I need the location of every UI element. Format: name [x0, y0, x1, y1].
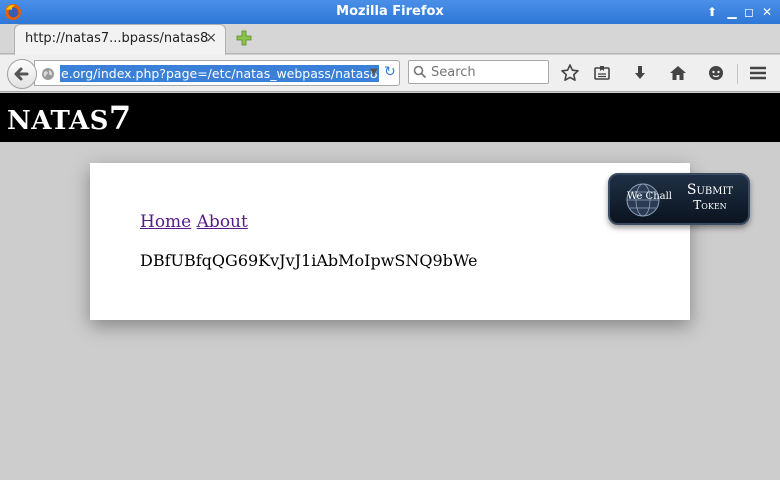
globe-icon — [42, 68, 54, 80]
back-arrow-icon — [14, 67, 29, 81]
url-bar[interactable]: e.org/index.php?page=/etc/natas_webpass/… — [34, 60, 400, 86]
content-box: Home About DBfUBfqQG69KvJvJ1iAbMoIpwSNQ9… — [90, 163, 690, 320]
wechall-submit-token-button[interactable]: We Chall Submit Token — [608, 173, 750, 225]
search-input[interactable] — [431, 64, 543, 80]
reload-icon[interactable]: ↻ — [384, 64, 396, 80]
toolbar-separator — [737, 64, 738, 84]
wechall-cta: Submit Token — [678, 183, 742, 213]
window-up-icon[interactable]: ⬆ — [704, 4, 720, 20]
home-link[interactable]: Home — [140, 212, 191, 232]
site-title: NATAS7 — [7, 99, 132, 137]
window-title: Mozilla Firefox — [336, 4, 444, 19]
minimize-icon[interactable]: ▁ — [724, 4, 740, 20]
url-text[interactable]: e.org/index.php?page=/etc/natas_webpass/… — [60, 65, 379, 82]
window-titlebar: Mozilla Firefox ⬆ ▁ ◻ ✕ — [0, 0, 780, 24]
wechall-brand: We Chall — [627, 191, 673, 202]
password-text: DBfUBfqQG69KvJvJ1iAbMoIpwSNQ9bWe — [140, 251, 478, 270]
search-box[interactable] — [408, 60, 549, 84]
tab-label: http://natas7...bpass/natas8 — [25, 31, 209, 46]
chat-icon[interactable] — [706, 63, 726, 83]
site-title-prefix: NATAS — [7, 106, 109, 136]
about-link[interactable]: About — [197, 212, 248, 232]
page-viewport: NATAS7 Home About DBfUBfqQG69KvJvJ1iAbMo… — [0, 93, 780, 480]
back-button[interactable] — [7, 59, 37, 89]
wechall-cta-line1: Submit — [686, 182, 734, 198]
hamburger-menu-icon[interactable] — [748, 63, 768, 83]
site-title-number: 7 — [108, 99, 132, 137]
url-dropdown-icon[interactable]: ▼ — [370, 67, 378, 78]
downloads-icon[interactable] — [630, 63, 650, 83]
site-header: NATAS7 — [0, 93, 780, 142]
search-icon — [413, 65, 427, 79]
tab-close-icon[interactable]: × — [205, 30, 217, 46]
wechall-cta-line2: Token — [693, 198, 727, 212]
tab-natas7[interactable]: http://natas7...bpass/natas8 × — [14, 24, 226, 55]
close-window-icon[interactable]: ✕ — [759, 4, 775, 20]
bookmarks-menu-icon[interactable] — [592, 63, 612, 83]
maximize-icon[interactable]: ◻ — [741, 4, 757, 20]
nav-links: Home About — [140, 212, 248, 232]
bookmark-star-icon[interactable] — [560, 63, 580, 83]
home-icon[interactable] — [668, 63, 688, 83]
new-tab-icon[interactable] — [236, 30, 252, 46]
navigation-toolbar: e.org/index.php?page=/etc/natas_webpass/… — [0, 55, 780, 92]
